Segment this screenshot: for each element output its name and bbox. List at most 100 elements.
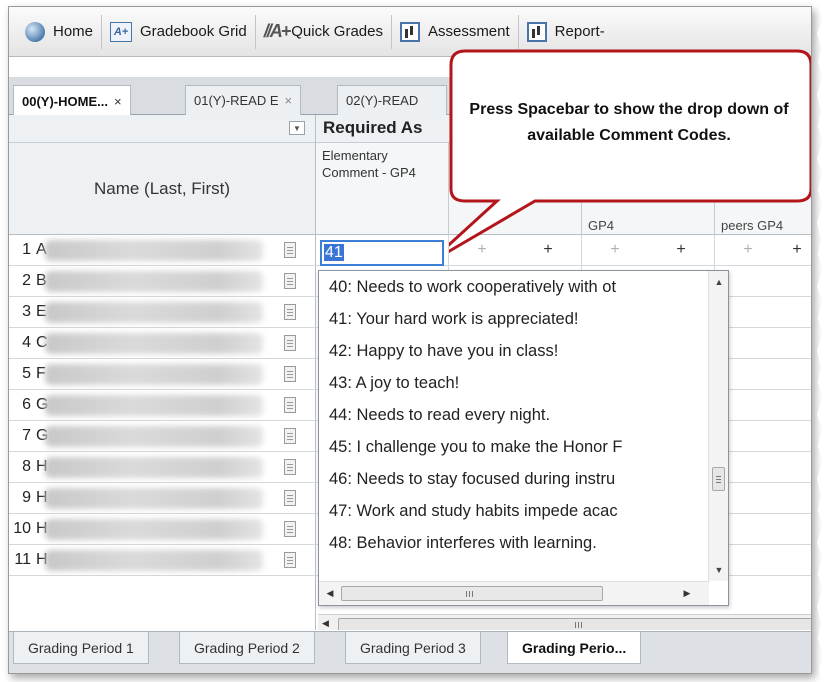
- note-icon[interactable]: [284, 273, 296, 289]
- comment-code-dropdown[interactable]: 40: Needs to work cooperatively with ot 4…: [318, 270, 729, 606]
- nav-gradebook-grid-label: Gradebook Grid: [140, 23, 247, 40]
- grade-cell[interactable]: [715, 514, 811, 544]
- header-top-strip: [9, 115, 315, 143]
- scroll-thumb[interactable]: [341, 586, 603, 601]
- redacted-name: [45, 240, 263, 261]
- scroll-left-arrow-icon[interactable]: ◀: [322, 585, 338, 601]
- redacted-name: [45, 550, 263, 571]
- dropdown-horizontal-scrollbar[interactable]: ◀ ▶: [319, 581, 709, 605]
- instruction-callout: Press Spacebar to show the drop down of …: [449, 49, 811, 263]
- grading-period-tab-2[interactable]: Grading Period 2: [179, 632, 315, 664]
- note-icon[interactable]: [284, 428, 296, 444]
- comment-code-option[interactable]: 45: I challenge you to make the Honor F: [319, 431, 703, 463]
- note-icon[interactable]: [284, 335, 296, 351]
- close-icon[interactable]: ×: [114, 94, 122, 109]
- note-icon[interactable]: [284, 552, 296, 568]
- redacted-name: [45, 271, 263, 292]
- redacted-name: [45, 426, 263, 447]
- note-icon[interactable]: [284, 397, 296, 413]
- row-number: 5: [22, 365, 31, 382]
- nav-quick-grades-label: Quick Grades: [291, 23, 383, 40]
- nav-home-button[interactable]: Home: [17, 14, 103, 49]
- row-number: 2: [22, 272, 31, 289]
- comment-code-list: 40: Needs to work cooperatively with ot 4…: [319, 271, 703, 581]
- class-tab-0[interactable]: 00(Y)-HOME... ×: [13, 85, 131, 116]
- note-icon[interactable]: [284, 366, 296, 382]
- comment-code-option[interactable]: 42: Happy to have you in class!: [319, 335, 703, 367]
- scroll-thumb[interactable]: [338, 618, 811, 630]
- grade-cell[interactable]: [715, 328, 811, 358]
- grade-cell[interactable]: [715, 421, 811, 451]
- globe-icon: [25, 21, 45, 42]
- dropdown-vertical-scrollbar[interactable]: ▲ ▼: [708, 271, 728, 581]
- class-tab-1[interactable]: 01(Y)-READ E ×: [185, 85, 302, 115]
- grid-horizontal-scrollbar[interactable]: ◀: [318, 614, 811, 630]
- grading-period-tab-3[interactable]: Grading Period 3: [345, 632, 481, 664]
- column-menu-button[interactable]: ▼: [289, 121, 305, 135]
- note-icon[interactable]: [284, 459, 296, 475]
- class-tab-label: 01(Y)-READ E: [194, 93, 279, 108]
- callout-shape: [449, 49, 811, 254]
- grade-cell[interactable]: [715, 545, 811, 575]
- row-number: 3: [22, 303, 31, 320]
- class-tab-label: 02(Y)-READ: [346, 93, 419, 108]
- comment-code-option[interactable]: 41: Your hard work is appreciated!: [319, 303, 703, 335]
- row-number: 4: [22, 334, 31, 351]
- grade-cell[interactable]: [715, 483, 811, 513]
- chart-icon: [526, 21, 547, 42]
- redacted-name: [45, 519, 263, 540]
- redacted-name: [45, 488, 263, 509]
- redacted-name: [45, 364, 263, 385]
- grading-period-tab-4[interactable]: Grading Perio...: [507, 632, 642, 664]
- close-icon[interactable]: ×: [285, 93, 293, 108]
- nav-gradebook-grid-button[interactable]: A+ Gradebook Grid: [102, 14, 256, 49]
- scroll-left-arrow-icon[interactable]: ◀: [322, 618, 329, 629]
- row-number: 9: [22, 489, 31, 506]
- gradebook-icon: A+: [110, 21, 133, 42]
- comment-code-option[interactable]: 44: Needs to read every night.: [319, 399, 703, 431]
- name-column-title[interactable]: Name (Last, First): [9, 143, 315, 234]
- scroll-up-arrow-icon[interactable]: ▲: [709, 273, 729, 291]
- grade-cell[interactable]: [715, 452, 811, 482]
- grade-cell[interactable]: [715, 390, 811, 420]
- nav-quick-grades-button[interactable]: //A+ Quick Grades: [256, 14, 392, 49]
- row-number: 11: [14, 551, 31, 568]
- grading-period-tabs: Grading Period 1 Grading Period 2 Gradin…: [9, 631, 811, 673]
- redacted-name: [45, 302, 263, 323]
- scroll-down-arrow-icon[interactable]: ▼: [709, 561, 729, 579]
- comment-code-option[interactable]: 40: Needs to work cooperatively with ot: [319, 271, 703, 303]
- comment-code-option[interactable]: 43: A joy to teach!: [319, 367, 703, 399]
- grade-cell[interactable]: [715, 359, 811, 389]
- comment-code-option[interactable]: 48: Behavior interferes with learning.: [319, 527, 703, 559]
- redacted-name: [45, 333, 263, 354]
- grade-cell[interactable]: [715, 297, 811, 327]
- scroll-right-arrow-icon[interactable]: ▶: [679, 585, 695, 601]
- comment-code-option[interactable]: 47: Work and study habits impede acac: [319, 495, 703, 527]
- row-number: 1: [22, 241, 31, 258]
- row-number: 6: [22, 396, 31, 413]
- quick-grades-icon: //A+: [263, 21, 291, 41]
- grade-cell[interactable]: [715, 266, 811, 296]
- redacted-name: [45, 395, 263, 416]
- comment-code-option[interactable]: 46: Needs to stay focused during instru: [319, 463, 703, 495]
- nav-assessment-button[interactable]: Assessment: [392, 14, 519, 49]
- row-number: 10: [13, 520, 31, 537]
- torn-edge: [817, 0, 827, 682]
- note-icon[interactable]: [284, 304, 296, 320]
- comment-code-input[interactable]: 41: [320, 240, 444, 266]
- column-header-comment[interactable]: Elementary Comment - GP4: [316, 143, 449, 235]
- class-tab-label: 00(Y)-HOME...: [22, 93, 108, 109]
- note-icon[interactable]: [284, 242, 296, 258]
- comment-code-value: 41: [324, 244, 344, 261]
- note-icon[interactable]: [284, 521, 296, 537]
- callout-text: Press Spacebar to show the drop down of …: [469, 101, 789, 144]
- nav-reports-label: Report-: [554, 23, 605, 40]
- class-tab-2[interactable]: 02(Y)-READ: [337, 85, 447, 115]
- scroll-thumb[interactable]: [712, 467, 725, 491]
- grading-period-tab-1[interactable]: Grading Period 1: [13, 632, 149, 664]
- column-header-title: Elementary Comment - GP4: [322, 148, 416, 180]
- nav-assessment-label: Assessment: [427, 23, 510, 40]
- note-icon[interactable]: [284, 490, 296, 506]
- row-number: 7: [22, 427, 31, 444]
- nav-reports-button[interactable]: Report-: [519, 15, 613, 49]
